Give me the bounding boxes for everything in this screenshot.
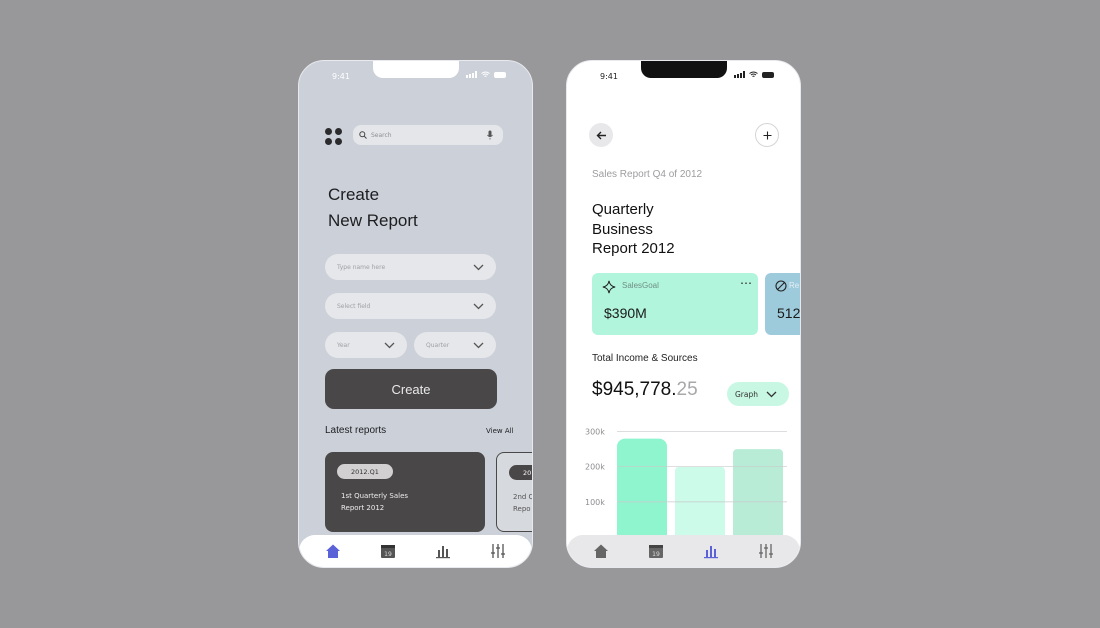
chart-bar — [733, 449, 783, 537]
income-label: Total Income & Sources — [592, 353, 698, 364]
select-field-dropdown[interactable]: Select field — [325, 293, 496, 319]
calendar-icon[interactable]: 19 — [380, 543, 396, 559]
stat-value: 512 — [777, 305, 801, 321]
report-title: 1st Quarterly Sales Report 2012 — [341, 490, 408, 514]
chevron-down-icon — [766, 391, 777, 397]
y-tick-label: 200k — [585, 463, 605, 472]
latest-reports-heading: Latest reports — [325, 425, 387, 436]
bar-chart-icon[interactable] — [703, 543, 719, 559]
wifi-icon — [749, 71, 758, 77]
stat-value: $390M — [604, 305, 647, 321]
page-title: Create New Report — [328, 182, 418, 234]
plus-icon — [763, 131, 771, 139]
status-time: 9:41 — [600, 72, 618, 81]
microphone-icon[interactable] — [487, 130, 493, 140]
view-type-dropdown[interactable]: Graph — [727, 382, 789, 406]
y-tick-label: 100k — [585, 498, 605, 507]
add-button[interactable] — [755, 123, 779, 147]
stat-label: SalesGoal — [622, 281, 659, 290]
income-cents: 25 — [676, 379, 698, 400]
revenue-card[interactable]: Re 512 — [765, 273, 801, 335]
report-subtitle: Sales Report Q4 of 2012 — [592, 169, 703, 180]
bottom-nav: 19 — [567, 535, 800, 567]
battery-icon — [762, 71, 774, 78]
view-all-link[interactable]: View All — [486, 427, 514, 435]
signal-icon — [734, 71, 745, 78]
signal-icon — [466, 71, 477, 78]
settings-sliders-icon[interactable] — [758, 543, 774, 559]
search-input[interactable]: Search — [353, 125, 503, 145]
chevron-down-icon — [473, 303, 484, 309]
income-main: $945,778. — [592, 379, 677, 400]
camera-notch — [640, 61, 727, 78]
report-card[interactable]: 2012.Q1 1st Quarterly Sales Report 2012 — [325, 452, 485, 532]
view-type-label: Graph — [735, 389, 759, 399]
report-heading-line3: Report 2012 — [592, 240, 675, 257]
report-card[interactable]: 2012.Q2 2nd Q Repo — [496, 452, 533, 532]
report-tag: 2012.Q2 — [509, 465, 532, 480]
report-heading-line1: Quarterly — [592, 201, 654, 218]
report-tag: 2012.Q1 — [337, 464, 393, 479]
svg-text:19: 19 — [384, 551, 392, 558]
search-placeholder: Search — [371, 131, 392, 139]
income-total: $945,778.25 — [592, 379, 698, 401]
battery-icon — [494, 71, 506, 78]
quarter-dropdown[interactable]: Quarter — [414, 332, 496, 358]
status-icons — [466, 71, 506, 78]
chevron-down-icon — [384, 342, 395, 348]
quarter-placeholder: Quarter — [426, 341, 450, 349]
calendar-icon[interactable]: 19 — [648, 543, 664, 559]
report-name-field[interactable]: Type name here — [325, 254, 496, 280]
home-icon[interactable] — [325, 543, 341, 559]
chevron-down-icon — [473, 342, 484, 348]
report-heading: Quarterly Business Report 2012 — [592, 200, 742, 259]
chart-bar — [617, 438, 667, 537]
report-heading-line2: Business — [592, 220, 653, 238]
target-icon — [775, 280, 787, 292]
sales-goal-card[interactable]: SalesGoal ⋯ $390M — [592, 273, 758, 335]
create-button[interactable]: Create — [325, 369, 497, 409]
chevron-down-icon — [473, 264, 484, 270]
menu-grid-icon[interactable] — [325, 128, 343, 145]
select-field-placeholder: Select field — [337, 302, 371, 310]
svg-text:19: 19 — [652, 551, 660, 558]
more-options-icon[interactable]: ⋯ — [740, 276, 752, 290]
year-dropdown[interactable]: Year — [325, 332, 407, 358]
bottom-nav: 19 — [299, 535, 532, 567]
year-placeholder: Year — [337, 341, 350, 349]
wifi-icon — [481, 71, 490, 77]
search-icon — [359, 131, 367, 139]
report-detail-screen: 9:41 Sales Report Q4 of 2012 Quarterly B… — [566, 60, 801, 568]
stat-label: Re — [789, 281, 800, 290]
report-name-placeholder: Type name here — [337, 263, 386, 271]
report-title-line2: Report 2012 — [341, 504, 385, 512]
bar-chart-icon[interactable] — [435, 543, 451, 559]
settings-sliders-icon[interactable] — [490, 543, 506, 559]
status-icons — [734, 71, 774, 78]
income-bar-chart: 100k 200k 300k — [585, 428, 787, 537]
home-icon[interactable] — [593, 543, 609, 559]
create-report-screen: 9:41 Search Create New Report Type name … — [298, 60, 533, 568]
status-time: 9:41 — [332, 72, 350, 81]
page-title-line1: Create — [328, 185, 380, 204]
page-title-line2: New Report — [328, 211, 418, 230]
back-button[interactable] — [589, 123, 613, 147]
report-title: 2nd Q Repo — [513, 491, 533, 515]
report-title-line1: 1st Quarterly Sales — [341, 492, 409, 500]
report-title-line2: Repo — [513, 505, 531, 513]
arrow-left-icon — [596, 131, 606, 139]
report-title-line1: 2nd Q — [513, 493, 533, 501]
sparkle-icon — [602, 280, 616, 294]
camera-notch — [372, 61, 459, 78]
y-tick-label: 300k — [585, 428, 605, 437]
